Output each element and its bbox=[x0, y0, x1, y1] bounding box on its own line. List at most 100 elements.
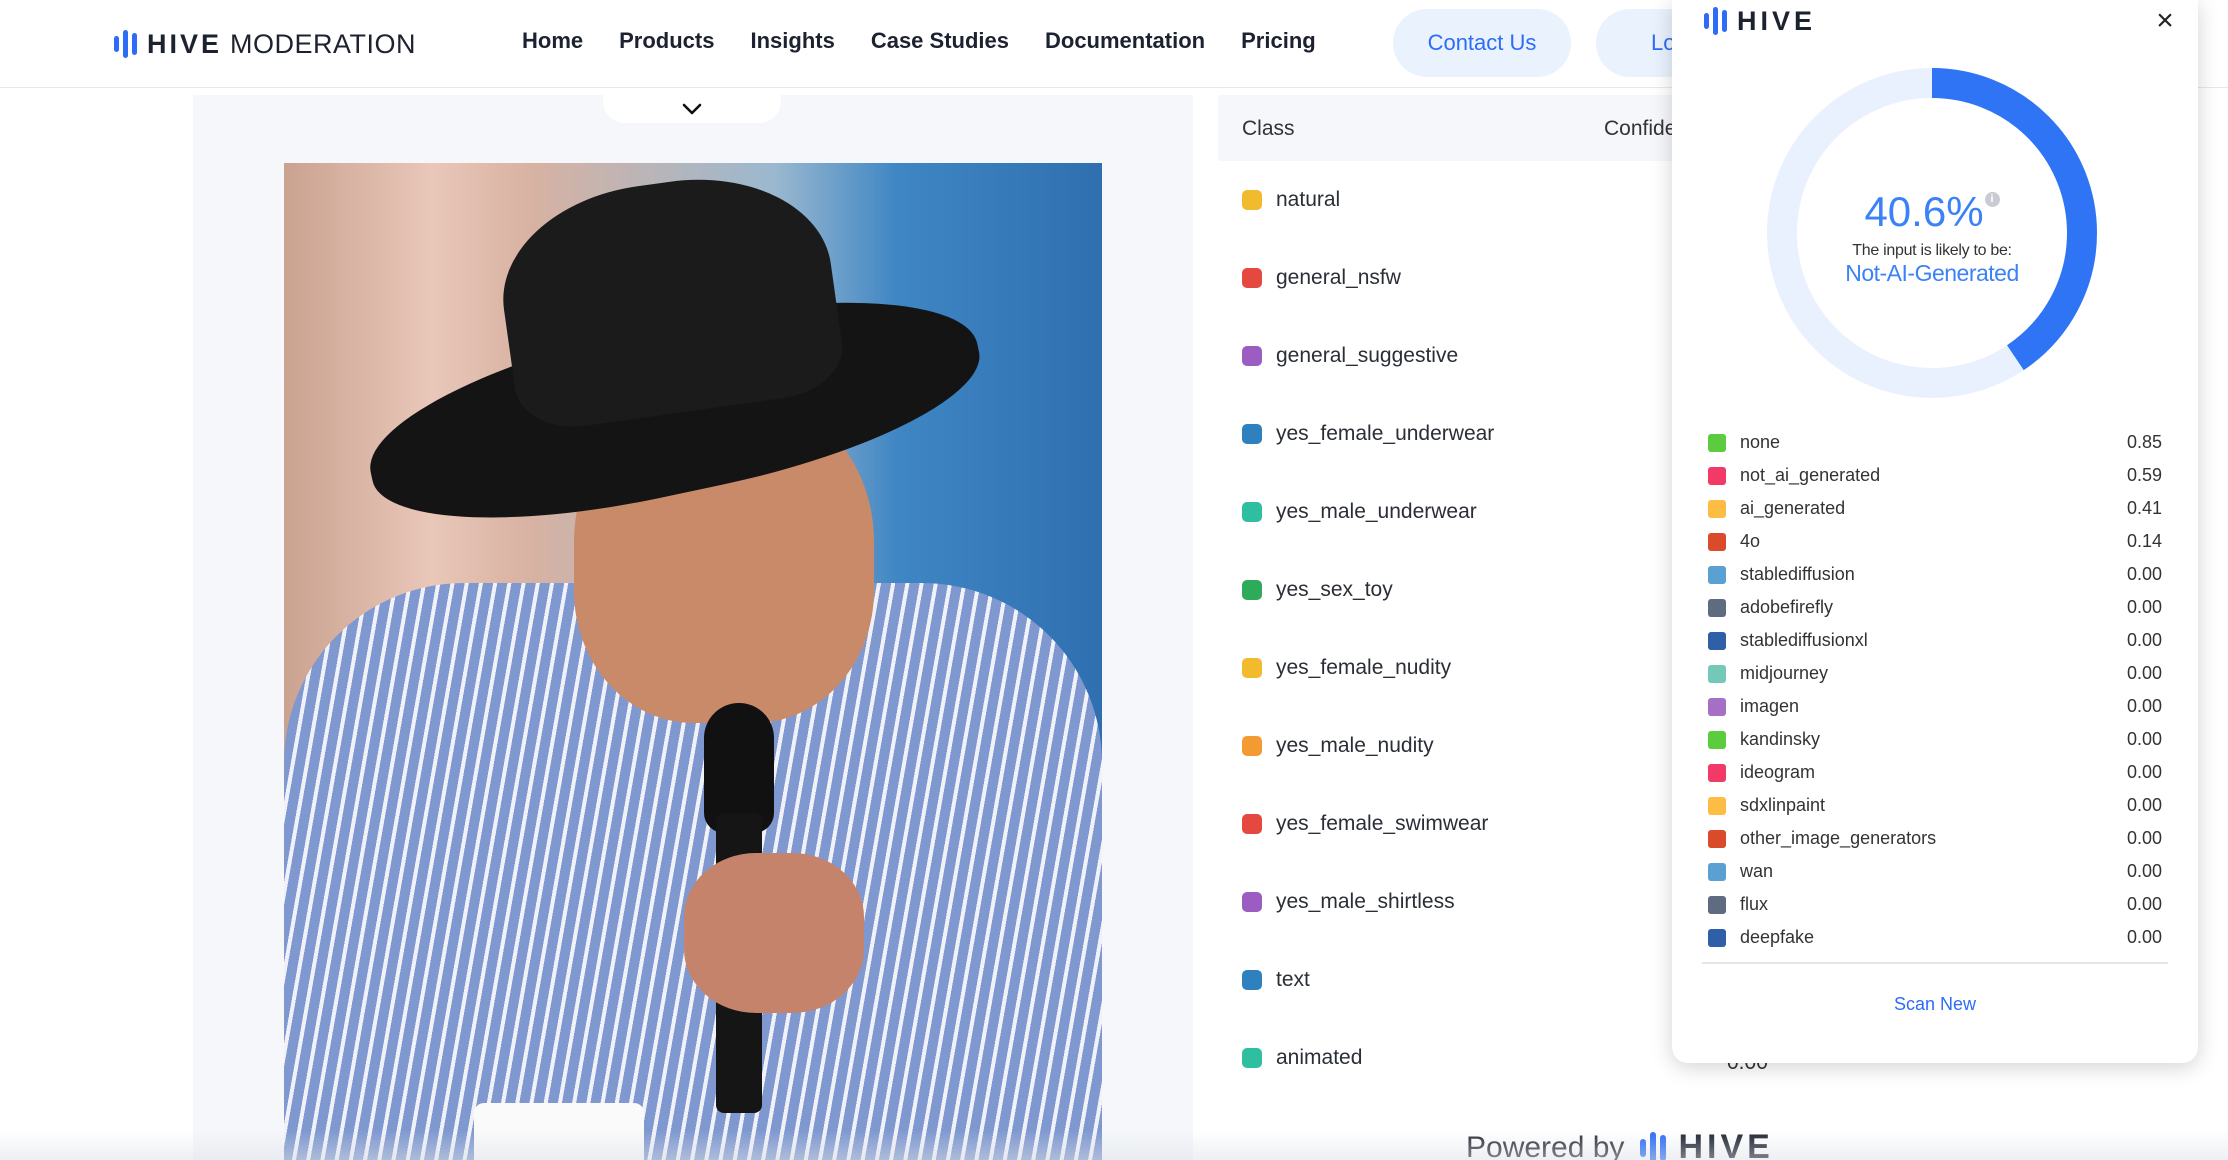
score-value: 0.59 bbox=[2126, 465, 2162, 485]
donut-center: 40.6% i The input is likely to be: Not-A… bbox=[1767, 68, 2097, 398]
score-value: 0.00 bbox=[2126, 597, 2162, 617]
list-item: other_image_generators 0.00 bbox=[1708, 822, 2162, 855]
column-header-class: Class bbox=[1242, 117, 1295, 140]
score-name: 4o bbox=[1740, 531, 1761, 551]
class-label: yes_female_swimwear bbox=[1276, 812, 1489, 835]
likely-label: The input is likely to be: bbox=[1852, 241, 2012, 259]
score-value: 0.00 bbox=[2126, 828, 2162, 848]
list-item: adobefirefly 0.00 bbox=[1708, 591, 2162, 624]
score-value: 0.00 bbox=[2126, 861, 2162, 881]
list-item: midjourney 0.00 bbox=[1708, 657, 2162, 690]
nav-home-link[interactable]: Home bbox=[522, 28, 583, 54]
table-row: general_suggestive bbox=[1242, 336, 1458, 376]
results-table-header: Class Confide bbox=[1218, 95, 1678, 161]
list-item: not_ai_generated 0.59 bbox=[1708, 459, 2162, 492]
score-value: 0.00 bbox=[2126, 795, 2162, 815]
class-label: general_suggestive bbox=[1276, 344, 1459, 367]
class-label: yes_male_shirtless bbox=[1276, 890, 1455, 913]
score-swatch bbox=[1708, 928, 1726, 947]
hive-moderation-logo[interactable]: HIVE MODERATION bbox=[114, 26, 416, 62]
hive-detection-popup: HIVE × 40.6% i The input is likely to be… bbox=[1672, 0, 2198, 1063]
list-item: ideogram 0.00 bbox=[1708, 756, 2162, 789]
score-value: 0.00 bbox=[2126, 696, 2162, 716]
scan-new-link[interactable]: Scan New bbox=[1672, 994, 2198, 1015]
score-value: 0.00 bbox=[2126, 762, 2162, 782]
powered-by-hive: Powered by HIVE bbox=[1466, 1128, 1774, 1160]
score-value: 0.41 bbox=[2126, 498, 2162, 518]
class-label: general_nsfw bbox=[1276, 266, 1401, 289]
score-name: midjourney bbox=[1740, 663, 1829, 683]
hive-logo-icon bbox=[114, 29, 137, 59]
list-item: sdxlinpaint 0.00 bbox=[1708, 789, 2162, 822]
score-swatch bbox=[1708, 862, 1726, 881]
close-icon[interactable]: × bbox=[2150, 4, 2180, 37]
score-name: deepfake bbox=[1740, 927, 1815, 947]
table-row: yes_female_underwear bbox=[1242, 414, 1494, 454]
score-swatch bbox=[1708, 532, 1726, 551]
table-row: yes_male_underwear bbox=[1242, 492, 1477, 532]
hive-logo-icon bbox=[1640, 1131, 1667, 1160]
list-item: stablediffusion 0.00 bbox=[1708, 558, 2162, 591]
class-swatch bbox=[1242, 580, 1262, 600]
table-row: general_nsfw bbox=[1242, 258, 1401, 298]
score-name: wan bbox=[1740, 861, 1774, 881]
list-item: flux 0.00 bbox=[1708, 888, 2162, 921]
score-swatch bbox=[1708, 631, 1726, 650]
nav-documentation-link[interactable]: Documentation bbox=[1045, 28, 1205, 54]
score-value: 0.00 bbox=[2126, 927, 2162, 947]
score-value: 0.00 bbox=[2126, 564, 2162, 584]
class-label: animated bbox=[1276, 1046, 1363, 1069]
uploaded-photo bbox=[284, 163, 1102, 1160]
popup-logo: HIVE bbox=[1704, 4, 1816, 38]
collapse-toggle[interactable] bbox=[603, 95, 781, 123]
score-name: stablediffusion bbox=[1740, 564, 1855, 584]
list-item: 4o 0.14 bbox=[1708, 525, 2162, 558]
class-swatch bbox=[1242, 814, 1262, 834]
class-swatch bbox=[1242, 424, 1262, 444]
score-name: stablediffusionxl bbox=[1740, 630, 1868, 650]
ai-percent: 40.6% bbox=[1864, 187, 1984, 235]
popup-brand: HIVE bbox=[1737, 5, 1817, 36]
score-value: 0.85 bbox=[2126, 432, 2162, 452]
image-preview-panel bbox=[193, 95, 1193, 1160]
column-header-confidence: Confide bbox=[1604, 117, 1677, 140]
nav-products-link[interactable]: Products bbox=[619, 28, 714, 54]
score-value: 0.00 bbox=[2126, 663, 2162, 683]
nav-pricing-link[interactable]: Pricing bbox=[1241, 28, 1316, 54]
nav-insights-link[interactable]: Insights bbox=[750, 28, 834, 54]
score-value: 0.00 bbox=[2126, 729, 2162, 749]
score-name: none bbox=[1740, 432, 1781, 452]
score-name: adobefirefly bbox=[1740, 597, 1834, 617]
score-swatch bbox=[1708, 565, 1726, 584]
class-label: yes_sex_toy bbox=[1276, 578, 1393, 601]
score-swatch bbox=[1708, 895, 1726, 914]
list-item: stablediffusionxl 0.00 bbox=[1708, 624, 2162, 657]
class-label: text bbox=[1276, 968, 1310, 991]
nav-case-studies-link[interactable]: Case Studies bbox=[871, 28, 1009, 54]
class-label: yes_female_nudity bbox=[1276, 656, 1452, 679]
score-swatch bbox=[1708, 829, 1726, 848]
list-item: none 0.85 bbox=[1708, 426, 2162, 459]
table-row: yes_female_nudity bbox=[1242, 648, 1451, 688]
class-label: yes_female_underwear bbox=[1276, 422, 1495, 445]
list-item: wan 0.00 bbox=[1708, 855, 2162, 888]
score-name: flux bbox=[1740, 894, 1769, 914]
class-swatch bbox=[1242, 658, 1262, 678]
popup-divider bbox=[1702, 962, 2168, 964]
score-name: imagen bbox=[1740, 696, 1800, 716]
score-name: ideogram bbox=[1740, 762, 1816, 782]
class-swatch bbox=[1242, 970, 1262, 990]
score-value: 0.14 bbox=[2126, 531, 2162, 551]
score-swatch bbox=[1708, 598, 1726, 617]
score-name: kandinsky bbox=[1740, 729, 1821, 749]
info-icon[interactable]: i bbox=[1984, 191, 2000, 207]
class-swatch bbox=[1242, 268, 1262, 288]
class-swatch bbox=[1242, 1048, 1262, 1068]
table-row: natural bbox=[1242, 180, 1340, 220]
class-label: yes_male_nudity bbox=[1276, 734, 1434, 757]
list-item: ai_generated 0.41 bbox=[1708, 492, 2162, 525]
class-swatch bbox=[1242, 346, 1262, 366]
score-swatch bbox=[1708, 466, 1726, 485]
class-swatch bbox=[1242, 736, 1262, 756]
contact-us-button[interactable]: Contact Us bbox=[1393, 9, 1571, 77]
